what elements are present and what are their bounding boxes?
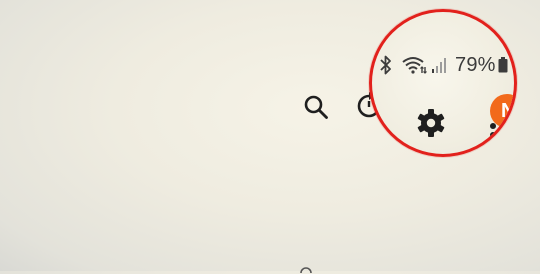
- status-bar: 79%: [380, 50, 508, 80]
- wifi-icon: [402, 57, 427, 74]
- magnifier-callout: 79% N: [369, 9, 517, 157]
- battery-icon: [498, 57, 508, 73]
- search-icon[interactable]: [303, 94, 329, 120]
- more-vert-icon[interactable]: [489, 120, 497, 150]
- gear-icon[interactable]: [416, 108, 446, 138]
- cellular-signal-icon: [432, 58, 446, 73]
- bluetooth-icon: [380, 55, 391, 75]
- battery-percentage: 79%: [455, 53, 496, 76]
- partial-icon: [300, 267, 312, 274]
